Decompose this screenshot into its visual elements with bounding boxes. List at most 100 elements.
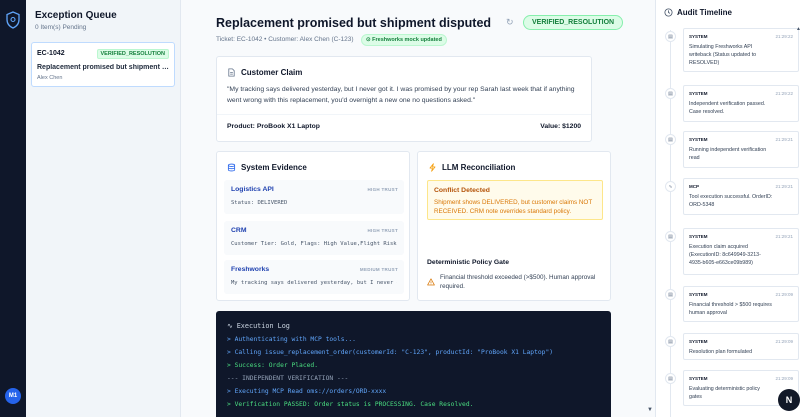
evidence-source: Freshworks	[231, 266, 270, 273]
evidence-value: Status: DELIVERED	[231, 200, 288, 206]
conflict-title: Conflict Detected	[434, 187, 490, 194]
queue-item[interactable]: EC-1042 VERIFIED_RESOLUTION Replacement …	[31, 42, 175, 87]
timeline-system-icon: ▤	[665, 231, 676, 242]
document-icon	[228, 68, 235, 77]
audit-timeline-panel: Audit Timeline ▤ SYSTEM 21:29:22 Simulat…	[655, 0, 806, 417]
timeline-event: SYSTEM 21:29:21 Running independent veri…	[683, 131, 799, 168]
evidence-source: Logistics API	[231, 186, 274, 193]
audit-heading-label: Audit Timeline	[677, 8, 732, 17]
customer-claim-card: Customer Claim "My tracking says deliver…	[216, 56, 592, 142]
event-actor: SYSTEM	[689, 34, 708, 39]
evidence-item-crm: CRM HIGH TRUST Customer Tier: Gold, Flag…	[224, 221, 404, 255]
audit-heading: Audit Timeline	[664, 8, 732, 17]
divider	[217, 114, 591, 115]
timeline-system-icon: ▤	[665, 336, 676, 347]
timeline-event: MCP 21:29:21 Tool execution successful. …	[683, 178, 799, 215]
queue-item-customer: Alex Chen	[37, 75, 63, 81]
event-actor: SYSTEM	[689, 91, 708, 96]
claim-text: "My tracking says delivered yesterday, b…	[227, 86, 575, 104]
event-message: Simulating Freshworks API writeback (Sta…	[689, 44, 757, 66]
llm-heading-label: LLM Reconciliation	[442, 163, 516, 172]
mock-pill-label: Freshworks mock updated	[372, 37, 442, 43]
event-time: 21:29:09	[775, 376, 793, 381]
database-icon	[227, 163, 236, 172]
event-message: Execution claim acquired (ExecutionID: 8…	[689, 244, 761, 266]
conflict-alert: Conflict Detected Shipment shows DELIVER…	[427, 180, 603, 220]
queue-item-id: EC-1042	[37, 50, 65, 57]
event-actor: SYSTEM	[689, 234, 708, 239]
claim-product: Product: ProBook X1 Laptop	[227, 123, 320, 130]
evidence-item-freshworks: Freshworks MEDIUM TRUST My tracking says…	[224, 260, 404, 294]
shield-logo-icon[interactable]	[5, 11, 21, 29]
event-message: Tool execution successful. OrderID: ORD-…	[689, 194, 773, 208]
execution-log: ∿ Execution Log > Authenticating with MC…	[216, 311, 611, 417]
timeline-system-icon: ▤	[665, 289, 676, 300]
exception-queue-panel: Exception Queue 0 Item(s) Pending EC-104…	[26, 0, 181, 417]
claim-heading-label: Customer Claim	[241, 68, 303, 77]
timeline-system-icon: ▤	[665, 88, 676, 99]
system-evidence-card: System Evidence Logistics API HIGH TRUST…	[216, 151, 410, 301]
event-message: Independent verification passed. Case re…	[689, 101, 766, 115]
warning-icon	[427, 278, 435, 286]
evidence-value: My tracking says delivered yesterday, bu…	[231, 280, 397, 286]
freshworks-mock-pill: ⊙ Freshworks mock updated	[361, 34, 447, 46]
log-heading: ∿ Execution Log	[227, 322, 290, 330]
clock-icon	[664, 8, 673, 17]
timeline-event: SYSTEM 21:29:22 Independent verification…	[683, 85, 799, 122]
event-actor: SYSTEM	[689, 292, 708, 297]
queue-item-title: Replacement promised but shipment dis...	[37, 64, 171, 71]
ticket-meta: Ticket: EC-1042 • Customer: Alex Chen (C…	[216, 36, 354, 43]
trust-badge: MEDIUM TRUST	[359, 267, 398, 272]
event-time: 21:29:09	[775, 292, 793, 297]
policy-gate-title: Deterministic Policy Gate	[427, 259, 509, 266]
event-message: Running independent verification read	[689, 147, 767, 161]
evidence-item-logistics: Logistics API HIGH TRUST Status: DELIVER…	[224, 180, 404, 214]
log-line: > Verification PASSED: Order status is P…	[227, 401, 474, 408]
timeline-event: SYSTEM 21:29:21 Execution claim acquired…	[683, 228, 799, 275]
main-scroll-down-arrow[interactable]: ▼	[646, 406, 654, 414]
timeline-system-icon: ▤	[665, 134, 676, 145]
trust-badge: HIGH TRUST	[367, 187, 398, 192]
policy-gate-text: Financial threshold exceeded (>$500). Hu…	[440, 274, 596, 290]
evidence-value: Customer Tier: Gold, Flags: High Value,F…	[231, 241, 397, 247]
user-avatar[interactable]: M1	[5, 388, 21, 404]
evidence-source: CRM	[231, 227, 247, 234]
trust-badge: HIGH TRUST	[367, 228, 398, 233]
queue-item-status-badge: VERIFIED_RESOLUTION	[96, 49, 169, 59]
timeline-event: SYSTEM 21:29:09 Resolution plan formulat…	[683, 333, 799, 360]
event-actor: SYSTEM	[689, 376, 708, 381]
event-time: 21:29:21	[775, 234, 793, 239]
timeline-event: SYSTEM 21:29:22 Simulating Freshworks AP…	[683, 28, 799, 72]
event-time: 21:29:09	[775, 339, 793, 344]
evidence-heading: System Evidence	[227, 163, 307, 172]
event-time: 21:29:22	[775, 91, 793, 96]
timeline-mcp-icon: ∿	[665, 181, 676, 192]
queue-title: Exception Queue	[35, 10, 117, 21]
log-line: > Calling issue_replacement_order(custom…	[227, 349, 554, 356]
llm-heading: LLM Reconciliation	[428, 163, 515, 172]
check-circle-icon: ⊙	[366, 37, 371, 43]
claim-value: Value: $1200	[540, 123, 581, 130]
ticket-status-badge: VERIFIED_RESOLUTION	[523, 15, 624, 30]
log-line: > Success: Order Placed.	[227, 362, 318, 369]
event-time: 21:29:22	[775, 34, 793, 39]
lightning-icon	[429, 163, 436, 172]
log-line: > Authenticating with MCP tools...	[227, 336, 356, 343]
activity-icon: ∿	[227, 322, 233, 330]
event-message: Resolution plan formulated	[689, 349, 753, 355]
llm-reconciliation-card: LLM Reconciliation Conflict Detected Shi…	[417, 151, 611, 301]
event-message: Financial threshold > $500 requires huma…	[689, 302, 772, 316]
timeline-system-icon: ▤	[665, 31, 676, 42]
event-actor: SYSTEM	[689, 339, 708, 344]
evidence-heading-label: System Evidence	[241, 163, 307, 172]
event-time: 21:29:21	[775, 137, 793, 142]
timeline-event: SYSTEM 21:29:09 Financial threshold > $5…	[683, 286, 799, 322]
audit-scroll-up-arrow[interactable]: ▲	[796, 26, 804, 34]
app-rail: M1	[0, 0, 26, 417]
event-time: 21:29:21	[775, 184, 793, 189]
timeline-system-icon: ▤	[665, 373, 676, 384]
event-actor: MCP	[689, 184, 699, 189]
refresh-icon[interactable]: ↻	[506, 17, 516, 27]
claim-heading: Customer Claim	[227, 68, 302, 77]
assistant-fab-button[interactable]: N	[778, 389, 800, 411]
